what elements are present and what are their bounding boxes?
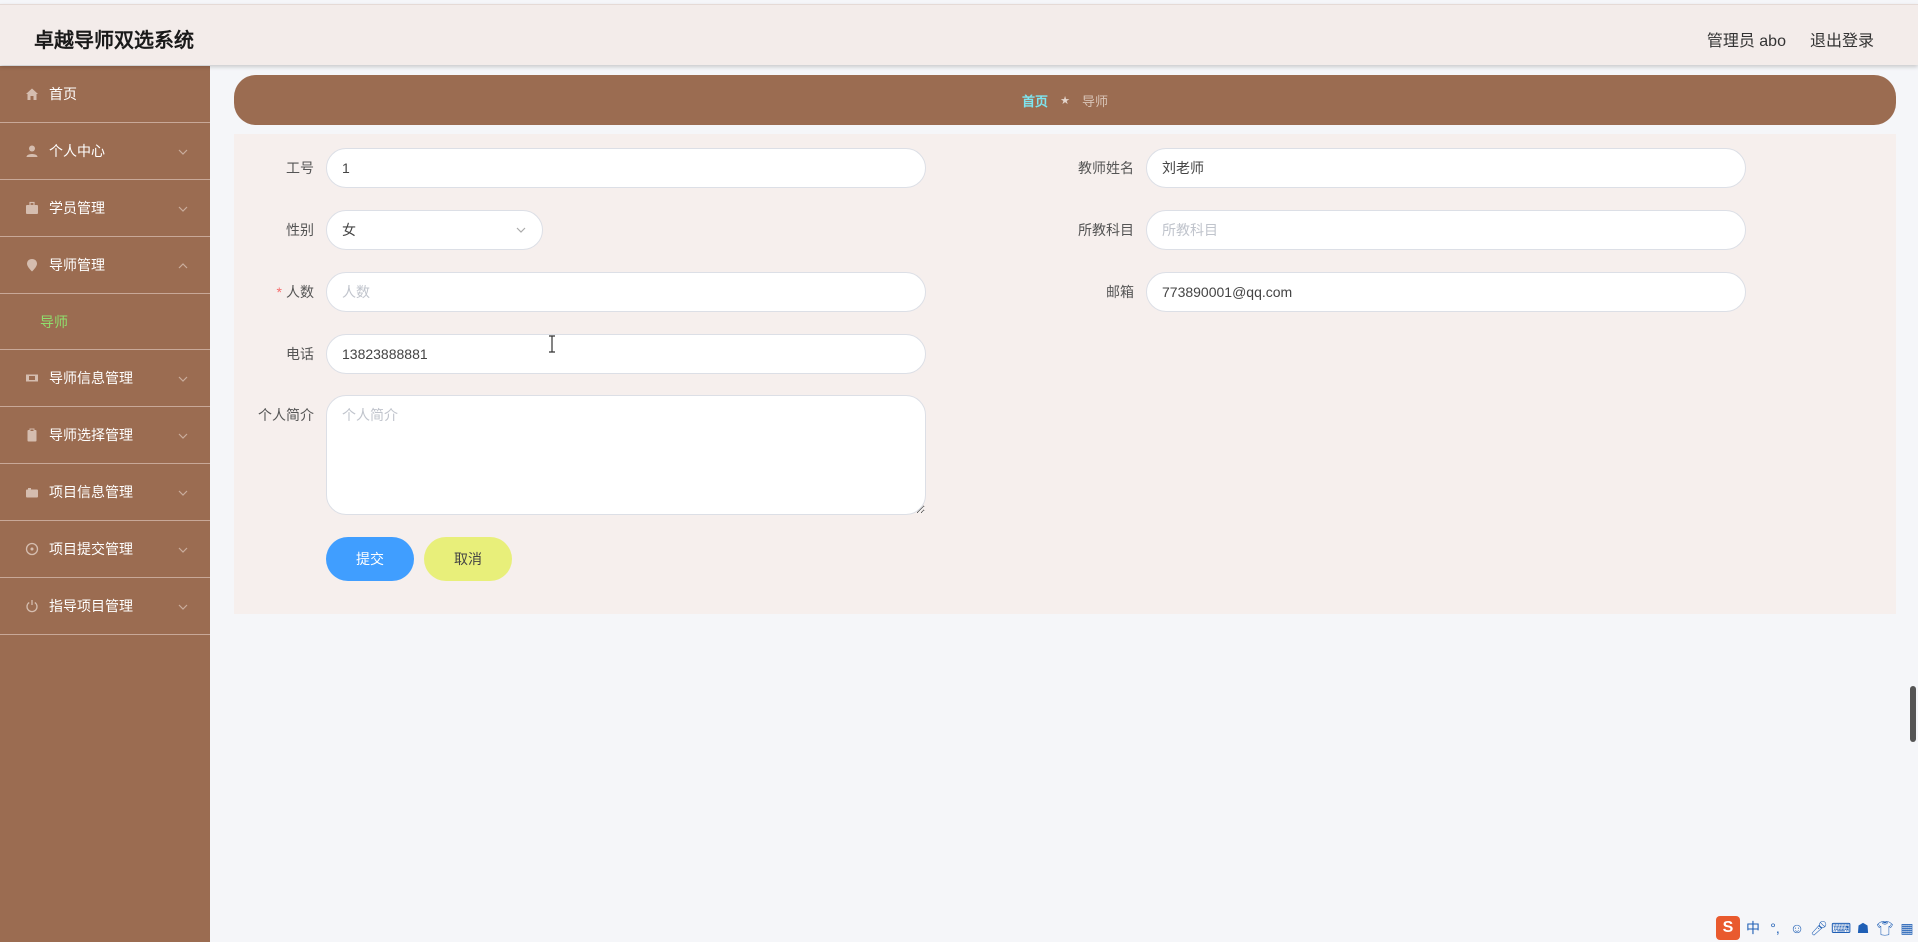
chevron-up-icon — [178, 263, 188, 269]
ime-keyboard-icon[interactable]: ⌨ — [1831, 919, 1851, 937]
chevron-down-icon — [178, 206, 188, 212]
gender-selected-value: 女 — [342, 222, 356, 238]
form-row-phone: 电话 — [234, 334, 926, 374]
subject-label: 所教科目 — [1078, 222, 1134, 238]
sidebar-item-tutor-selection-management[interactable]: 导师选择管理 — [0, 407, 210, 464]
teacher-name-input[interactable] — [1146, 148, 1746, 188]
phone-input[interactable] — [326, 334, 926, 374]
teacher-name-label: 教师姓名 — [1078, 160, 1134, 176]
camera-icon — [24, 484, 40, 500]
ime-mode-toggle[interactable]: 中 — [1744, 919, 1762, 937]
sidebar-item-label: 项目信息管理 — [49, 484, 133, 500]
chevron-down-icon — [178, 547, 188, 553]
sidebar-item-label: 学员管理 — [49, 200, 105, 216]
count-input[interactable] — [326, 272, 926, 312]
job-no-label: 工号 — [286, 160, 314, 176]
breadcrumb: 首页 ★ 导师 — [234, 75, 1896, 125]
intro-textarea[interactable] — [326, 395, 926, 515]
chevron-down-icon — [178, 149, 188, 155]
chevron-down-icon — [178, 490, 188, 496]
ime-menu-icon[interactable]: ▦ — [1898, 919, 1916, 937]
sidebar-item-label: 指导项目管理 — [49, 598, 133, 614]
breadcrumb-home-link[interactable]: 首页 — [1022, 91, 1048, 110]
sidebar-item-label: 导师信息管理 — [49, 370, 133, 386]
ime-punct-toggle[interactable]: °, — [1766, 919, 1784, 937]
ime-logo-icon[interactable]: S — [1716, 916, 1740, 940]
ime-emoji-icon[interactable]: ☺ — [1788, 919, 1806, 937]
sidebar-item-guidance-project-management[interactable]: 指导项目管理 — [0, 578, 210, 635]
form-row-gender: 性别 女 — [234, 210, 543, 250]
ticket-icon — [24, 370, 40, 386]
form-row-job-no: 工号 — [234, 148, 926, 188]
location-pin-icon — [24, 257, 40, 273]
clipboard-icon — [24, 427, 40, 443]
page-scrollbar[interactable] — [1910, 686, 1916, 742]
power-icon — [24, 598, 40, 614]
app-title: 卓越导师双选系统 — [34, 28, 194, 52]
ime-toolbar: S 中 °, ☺ 🎤︎ ⌨ ☗ 👕︎ ▦ — [1714, 914, 1918, 942]
compass-icon — [24, 541, 40, 557]
sidebar-item-label: 个人中心 — [49, 143, 105, 159]
form-actions: 提交 取消 — [326, 537, 512, 581]
ime-skin-icon[interactable]: 👕︎ — [1876, 919, 1894, 937]
sidebar-item-student-management[interactable]: 学员管理 — [0, 180, 210, 237]
email-label: 邮箱 — [1106, 284, 1134, 300]
form-row-subject: 所教科目 — [1054, 210, 1746, 250]
sidebar-item-project-submission-management[interactable]: 项目提交管理 — [0, 521, 210, 578]
current-user-label: 管理员 abo — [1706, 33, 1786, 50]
text-cursor-icon — [549, 335, 555, 353]
email-input[interactable] — [1146, 272, 1746, 312]
cancel-button[interactable]: 取消 — [424, 537, 512, 581]
submit-button[interactable]: 提交 — [326, 537, 414, 581]
sidebar-item-tutor-management[interactable]: 导师管理 — [0, 237, 210, 294]
chevron-down-icon — [178, 376, 188, 382]
header-actions: 管理员 abo 退出登录 — [1707, 27, 1874, 51]
intro-label: 个人简介 — [258, 407, 314, 423]
sidebar-subitem-tutor[interactable]: 导师 — [40, 312, 68, 332]
sidebar-item-project-info-management[interactable]: 项目信息管理 — [0, 464, 210, 521]
phone-label: 电话 — [286, 346, 314, 362]
sidebar: 首页 个人中心 学员管理 导师管理 导师 导师信息管理 导师选择管理 项目信息管… — [0, 66, 210, 942]
chevron-down-icon — [516, 227, 526, 233]
chevron-down-icon — [178, 433, 188, 439]
sidebar-item-label: 项目提交管理 — [49, 541, 133, 557]
sidebar-submenu: 导师 — [0, 294, 210, 350]
ime-user-icon[interactable]: ☗ — [1854, 919, 1872, 937]
form-row-intro: 个人简介 — [234, 395, 926, 515]
tutor-form: 工号 教师姓名 性别 女 所教科目 *人数 邮箱 电话 个人简介 提交 取消 — [234, 134, 1896, 614]
form-row-count: * 人数 — [234, 272, 926, 312]
user-icon — [24, 143, 40, 159]
count-label: * 人数 — [234, 282, 314, 302]
gender-label: 性别 — [286, 222, 314, 238]
form-row-email: 邮箱 — [1054, 272, 1746, 312]
ime-mic-icon[interactable]: 🎤︎ — [1810, 919, 1828, 937]
sidebar-item-tutor-info-management[interactable]: 导师信息管理 — [0, 350, 210, 407]
breadcrumb-separator-icon: ★ — [1060, 94, 1070, 107]
sidebar-item-personal-center[interactable]: 个人中心 — [0, 123, 210, 180]
form-row-teacher-name: 教师姓名 — [1054, 148, 1746, 188]
home-icon — [24, 86, 40, 102]
briefcase-icon — [24, 200, 40, 216]
job-no-input[interactable] — [326, 148, 926, 188]
sidebar-item-label: 导师选择管理 — [49, 427, 133, 443]
sidebar-item-home[interactable]: 首页 — [0, 66, 210, 123]
chevron-down-icon — [178, 604, 188, 610]
breadcrumb-current: 导师 — [1081, 93, 1108, 109]
gender-select[interactable]: 女 — [326, 210, 543, 250]
top-header: 卓越导师双选系统 管理员 abo 退出登录 — [0, 4, 1918, 65]
subject-input[interactable] — [1146, 210, 1746, 250]
sidebar-item-label: 首页 — [49, 86, 77, 102]
logout-link[interactable]: 退出登录 — [1810, 27, 1874, 51]
sidebar-item-label: 导师管理 — [49, 257, 105, 273]
required-mark: * — [276, 284, 282, 300]
count-label-text: 人数 — [286, 284, 314, 300]
